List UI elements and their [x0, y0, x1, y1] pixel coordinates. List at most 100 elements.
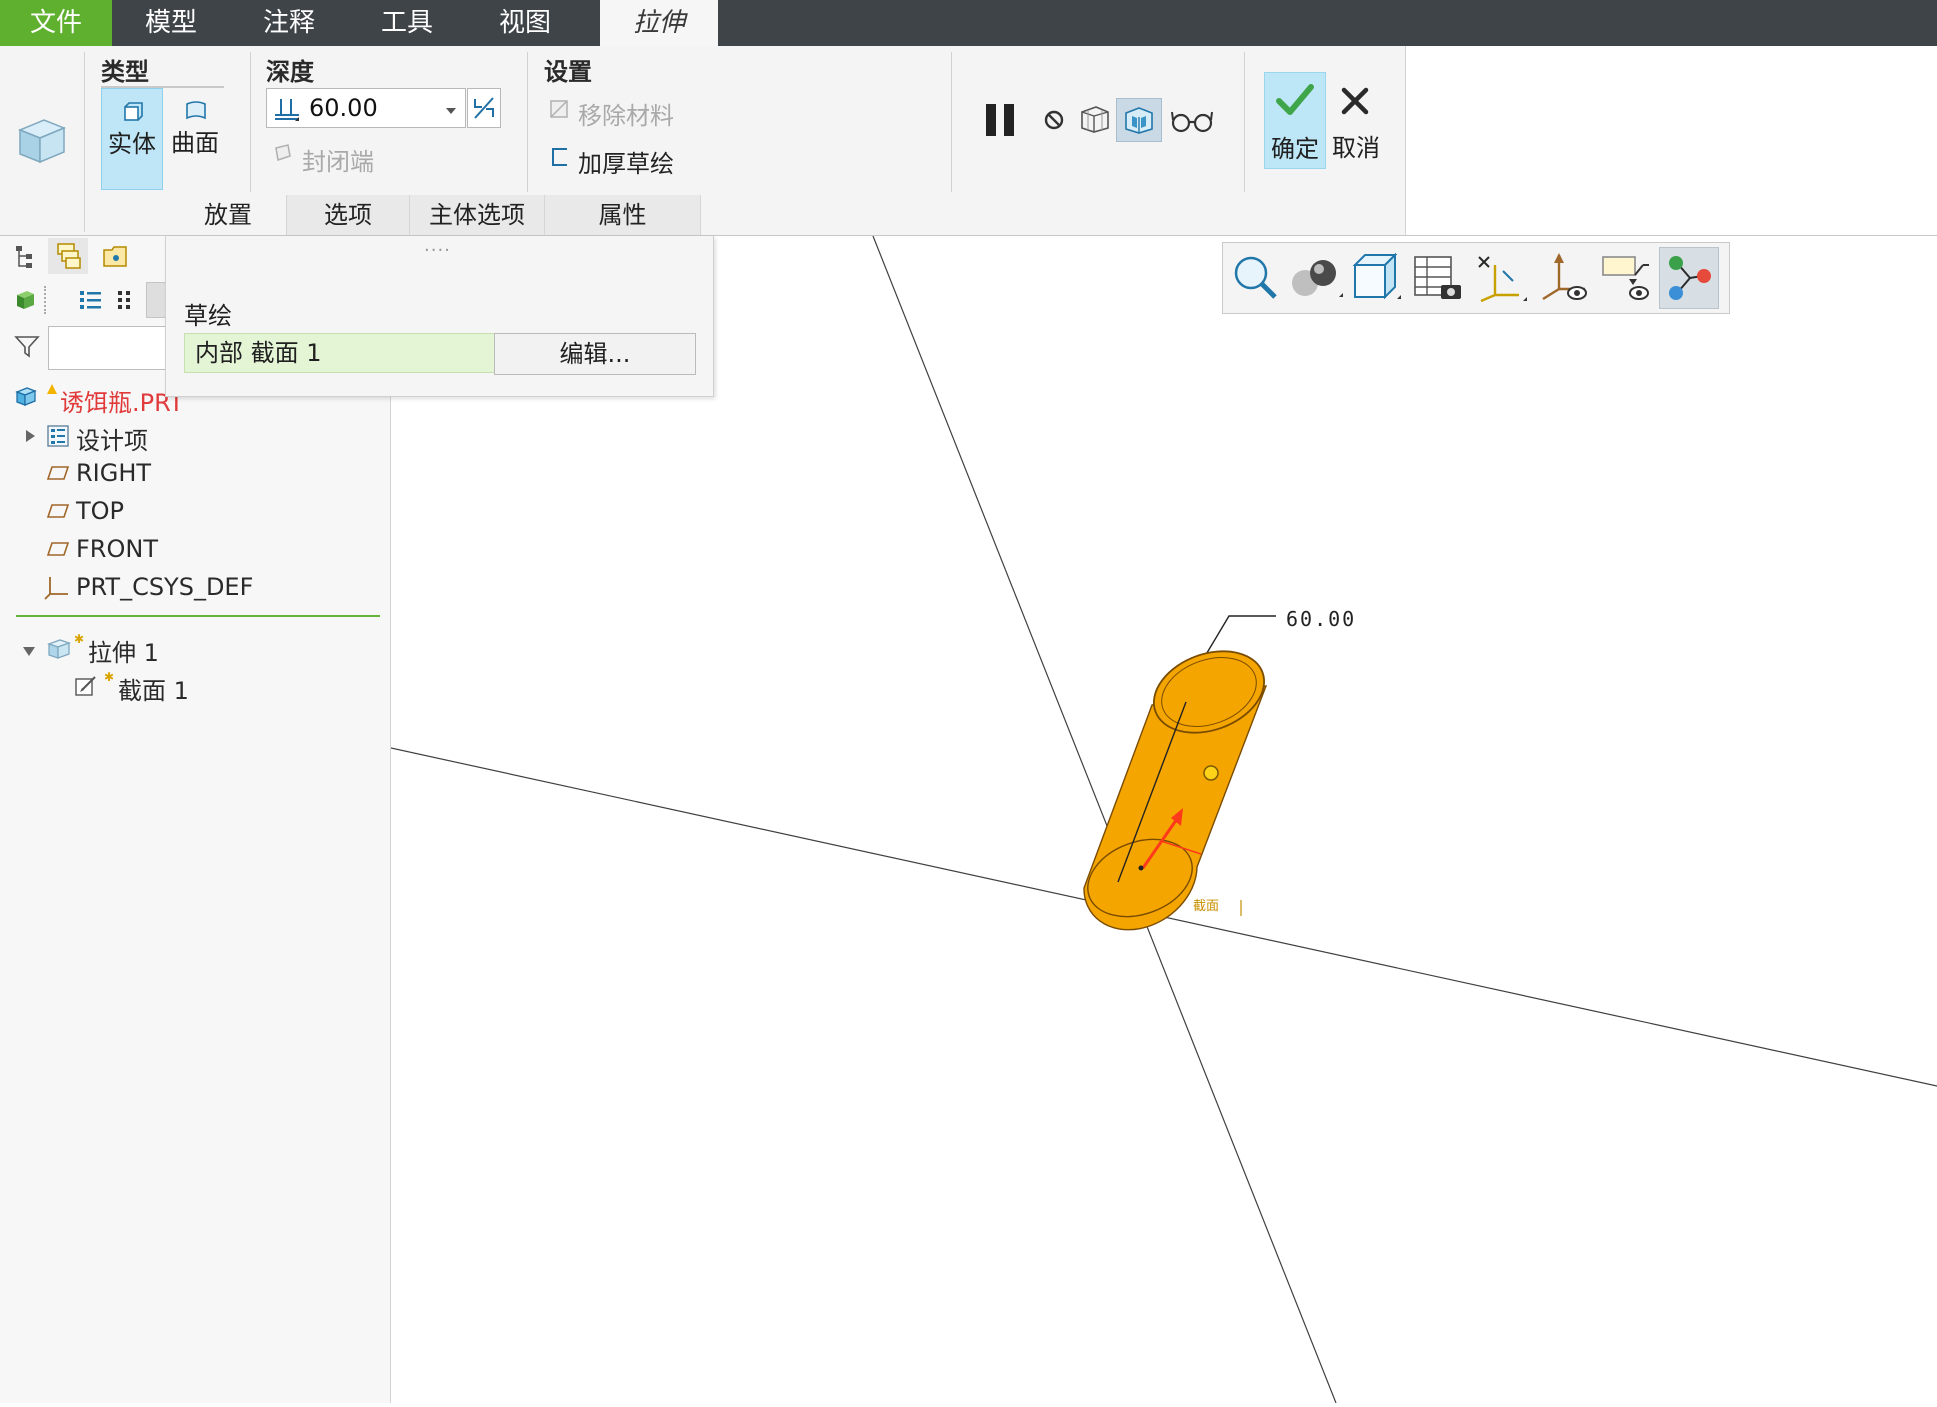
view-manager-icon[interactable]: [1411, 253, 1465, 307]
no-preview-icon[interactable]: [1042, 108, 1066, 136]
sketch-collector-field[interactable]: 内部 截面 1: [184, 333, 501, 373]
placement-panel: ···· 草绘 内部 截面 1 编辑...: [165, 236, 714, 397]
graphics-viewport[interactable]: 60.00 截面: [390, 235, 1937, 1404]
tree-search-input[interactable]: [48, 326, 166, 370]
tree-item-design-items[interactable]: 设计项: [76, 421, 148, 456]
tree-item-right-plane[interactable]: RIGHT: [76, 459, 151, 487]
part-icon: [14, 384, 38, 412]
ribbon-separator: [527, 52, 528, 192]
design-items-icon: [46, 424, 70, 452]
confirm-button[interactable]: 确定: [1264, 72, 1326, 169]
annotation-display-icon[interactable]: [1599, 251, 1653, 307]
saved-orientations-icon[interactable]: [1349, 251, 1403, 307]
menu-tools[interactable]: 工具: [348, 0, 466, 46]
panel-resize-grip[interactable]: ····: [424, 240, 451, 261]
section-tag-label: 截面: [1193, 899, 1219, 914]
capped-ends-option[interactable]: 封闭端: [302, 142, 374, 177]
spin-center-icon[interactable]: [1537, 251, 1591, 307]
menu-model[interactable]: 模型: [112, 0, 230, 46]
depth-value: 60.00: [309, 94, 378, 122]
tree-item-extrude-1[interactable]: 拉伸 1: [88, 633, 159, 668]
tree-settings-icon[interactable]: [78, 288, 104, 316]
thicken-sketch-option[interactable]: 加厚草绘: [578, 144, 674, 179]
datum-plane-icon: [46, 502, 70, 524]
ribbon-separator: [1244, 52, 1245, 192]
cancel-label: 取消: [1332, 134, 1380, 162]
preview-shaded-button[interactable]: [1116, 98, 1162, 142]
thicken-sketch-icon: [550, 146, 570, 172]
toolbar-separator: [44, 286, 48, 314]
menu-file[interactable]: 文件: [0, 0, 112, 46]
filter-icon: [14, 334, 40, 362]
show-part-icon[interactable]: [14, 288, 36, 316]
datum-plane-icon: [46, 540, 70, 562]
type-solid-button[interactable]: 实体: [101, 88, 163, 190]
sketch-icon: [74, 674, 98, 702]
shaded-preview-icon: [1123, 105, 1155, 139]
datum-plane-edge-line: [872, 235, 1337, 1404]
menu-view[interactable]: 视图: [466, 0, 584, 46]
preview-mesh-icon[interactable]: [1078, 104, 1112, 138]
confirm-label: 确定: [1271, 135, 1319, 163]
sketch-origin: [1138, 865, 1144, 871]
tab-body-options[interactable]: 主体选项: [410, 195, 545, 235]
tab-properties[interactable]: 属性: [545, 195, 701, 235]
model-view-canvas: 60.00 截面: [390, 235, 1937, 1404]
close-icon: [1340, 86, 1370, 120]
ribbon-separator: [250, 52, 251, 192]
in-graphics-toolbar: [1222, 242, 1730, 314]
menu-annotate[interactable]: 注释: [230, 0, 348, 46]
remove-material-option[interactable]: 移除材料: [578, 96, 674, 131]
appearance-gallery-icon: [1664, 254, 1714, 306]
pause-icon[interactable]: [982, 100, 1022, 144]
type-group-title: 类型: [101, 58, 149, 86]
tab-options[interactable]: 选项: [287, 195, 410, 235]
menu-bar: 文件 模型 注释 工具 视图 拉伸: [0, 0, 1937, 46]
zoom-icon[interactable]: [1231, 253, 1281, 307]
verify-mode-glasses-icon[interactable]: [1170, 106, 1214, 138]
capped-ends-icon: [272, 142, 294, 168]
ribbon-separator: [84, 52, 85, 232]
tree-item-csys[interactable]: PRT_CSYS_DEF: [76, 573, 253, 601]
flip-direction-button[interactable]: [467, 88, 501, 128]
sketch-label: 草绘: [184, 302, 232, 330]
layers-icon: [56, 242, 82, 274]
drag-handle[interactable]: [1203, 765, 1219, 781]
ribbon-separator: [951, 52, 952, 192]
depth-blind-icon: [273, 95, 301, 125]
type-surface-label: 曲面: [171, 129, 219, 157]
edit-sketch-button[interactable]: 编辑...: [494, 333, 696, 375]
model-tree-panel: [0, 236, 391, 1403]
folder-browser-icon[interactable]: [102, 244, 130, 274]
extrude-feature-tree-icon: [46, 636, 72, 664]
depth-group-title: 深度: [266, 58, 314, 86]
datum-plane-icon: [46, 464, 70, 486]
extrude-preview-solid[interactable]: [1077, 637, 1276, 931]
tree-item-front-plane[interactable]: FRONT: [76, 535, 158, 563]
depth-value-input[interactable]: 60.00: [266, 88, 466, 128]
remove-material-icon: [548, 98, 570, 124]
settings-group-title: 设置: [544, 58, 592, 86]
warning-triangle-icon: [46, 380, 58, 399]
appearance-gallery-button[interactable]: [1659, 247, 1719, 309]
tree-item-top-plane[interactable]: TOP: [76, 497, 124, 525]
checkmark-icon: [1275, 81, 1315, 123]
insert-here-separator[interactable]: [16, 615, 380, 617]
collapse-arrow-icon[interactable]: [22, 642, 36, 661]
layer-tree-button[interactable]: [48, 238, 88, 274]
new-feature-star-icon: ✱: [74, 632, 85, 646]
tree-item-section-1[interactable]: 截面 1: [118, 671, 189, 706]
tab-placement[interactable]: 放置: [170, 195, 287, 235]
depth-dimension-label[interactable]: 60.00: [1286, 607, 1356, 631]
datum-display-filters-icon[interactable]: [1473, 251, 1527, 307]
type-surface-button[interactable]: 曲面: [166, 88, 224, 188]
model-tree-icon[interactable]: [14, 244, 36, 274]
menu-extrude-active-tab[interactable]: 拉伸: [600, 0, 718, 46]
dropdown-arrow-icon[interactable]: [445, 101, 457, 120]
tree-columns-icon[interactable]: [116, 288, 136, 316]
expand-arrow-icon[interactable]: [24, 428, 36, 447]
ribbon-right-edge: [1405, 46, 1406, 236]
type-solid-label: 实体: [108, 130, 156, 158]
display-style-icon[interactable]: [1289, 253, 1343, 307]
cancel-button[interactable]: 取消: [1328, 72, 1384, 167]
